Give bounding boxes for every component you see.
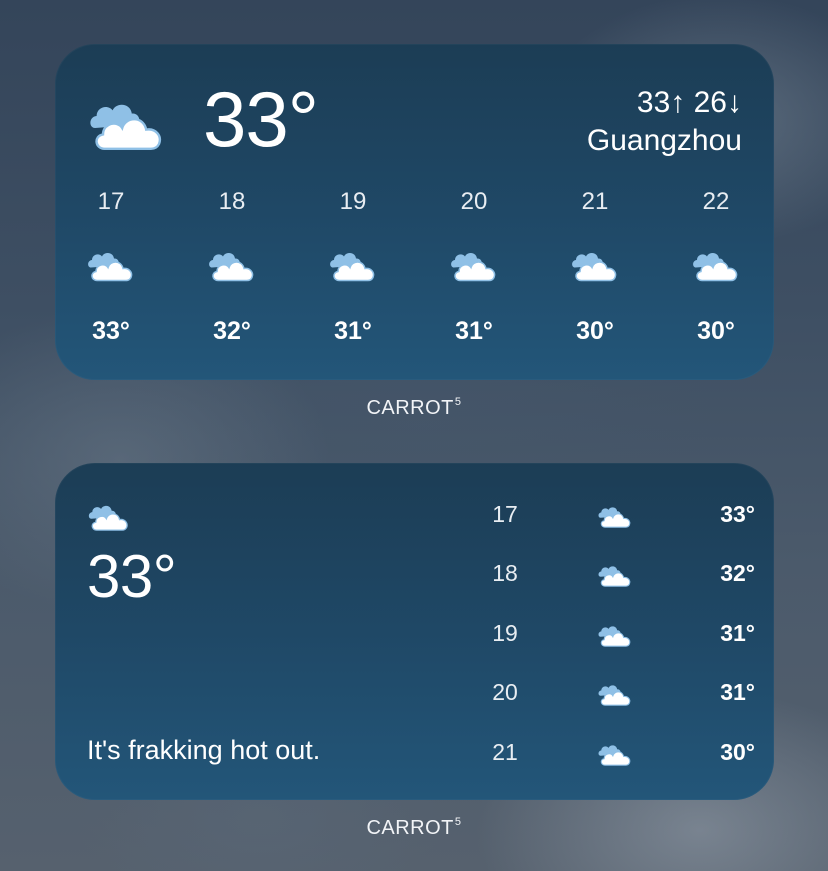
cloudy-icon	[691, 247, 741, 283]
hour-column: 18 32°	[192, 44, 272, 380]
hour-row: 20 31°	[475, 671, 755, 711]
cloudy-icon	[328, 247, 378, 283]
app-name: CARROT	[366, 817, 454, 839]
cloudy-icon	[87, 501, 131, 532]
hour-label: 18	[218, 188, 246, 215]
hour-column: 19 31°	[313, 44, 393, 380]
hour-label: 20	[460, 188, 488, 215]
app-name: CARROT	[366, 397, 454, 419]
cloudy-icon	[449, 247, 499, 283]
hour-label: 20	[492, 679, 518, 705]
hour-temperature: 30°	[576, 317, 614, 345]
current-temperature: 33°	[87, 543, 177, 610]
hour-row: 21 30°	[475, 731, 755, 771]
cloudy-icon	[597, 503, 633, 529]
weather-message: It's frakking hot out.	[87, 735, 321, 765]
app-name-superscript: 5	[454, 816, 462, 828]
hour-temperature: 31°	[720, 620, 755, 646]
hour-label: 21	[492, 739, 518, 765]
cloudy-icon	[207, 247, 257, 283]
app-name-superscript: 5	[454, 396, 462, 408]
hour-column: 20 31°	[434, 44, 514, 380]
weather-widget-list[interactable]: 33° It's frakking hot out. 17 33° 18 32° 19 3…	[55, 463, 774, 800]
cloudy-icon	[597, 681, 633, 707]
hour-temperature: 31°	[334, 317, 372, 345]
hour-row: 17 33°	[475, 493, 755, 533]
cloudy-icon	[597, 741, 633, 767]
hour-label: 21	[581, 188, 609, 215]
hour-temperature: 32°	[213, 317, 251, 345]
hour-temperature: 31°	[455, 317, 493, 345]
hour-temperature: 31°	[720, 679, 755, 705]
hour-label: 19	[339, 188, 367, 215]
hour-temperature: 32°	[720, 560, 755, 586]
cloudy-icon	[597, 622, 633, 648]
hour-column: 21 30°	[555, 44, 635, 380]
widget-caption: CARROT5	[0, 816, 828, 840]
hour-row: 19 31°	[475, 612, 755, 652]
cloudy-icon	[597, 562, 633, 588]
hour-temperature: 33°	[92, 317, 130, 345]
hour-column: 17 33°	[71, 44, 151, 380]
hour-temperature: 30°	[697, 317, 735, 345]
hour-temperature: 30°	[720, 739, 755, 765]
hour-label: 17	[492, 501, 518, 527]
hour-row: 18 32°	[475, 552, 755, 592]
cloudy-icon	[86, 247, 136, 283]
hour-temperature: 33°	[720, 501, 755, 527]
widget-caption: CARROT5	[0, 396, 828, 420]
weather-widget-medium[interactable]: 33° 33↑ 26↓ Guangzhou 17 33° 18 32° 19 31° 20 3…	[55, 44, 774, 380]
cloudy-icon	[570, 247, 620, 283]
hour-column: 22 30°	[676, 44, 756, 380]
hour-label: 19	[492, 620, 518, 646]
hour-label: 17	[97, 188, 125, 215]
hour-label: 22	[702, 188, 730, 215]
hour-label: 18	[492, 560, 518, 586]
